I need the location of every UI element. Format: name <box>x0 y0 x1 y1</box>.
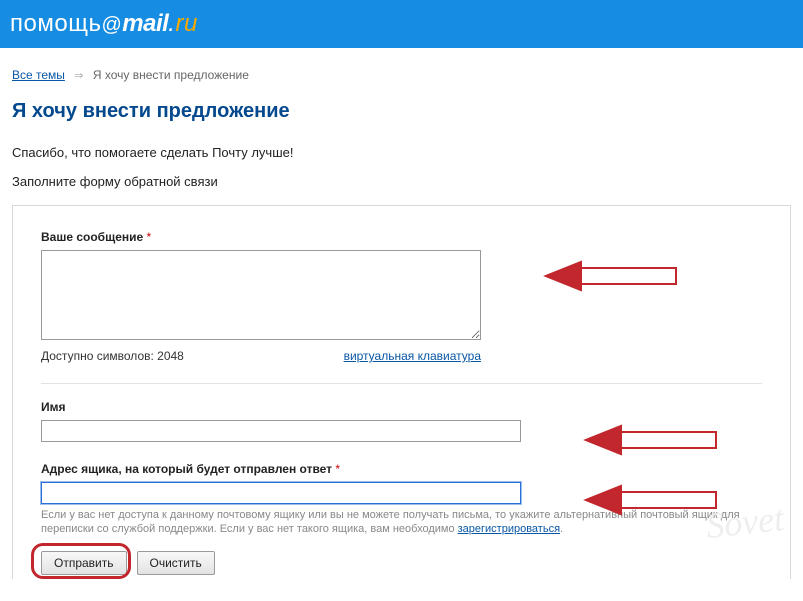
email-hint: Если у вас нет доступа к данному почтово… <box>41 508 771 537</box>
divider <box>41 383 762 384</box>
breadcrumb: Все темы ⇒ Я хочу внести предложение <box>12 68 791 82</box>
at-icon: @ <box>101 14 122 36</box>
message-label: Ваше сообщение * <box>41 230 762 244</box>
message-textarea[interactable] <box>41 250 481 340</box>
email-hint-pre: Если у вас нет доступа к данному почтово… <box>41 509 740 535</box>
breadcrumb-root-link[interactable]: Все темы <box>12 68 65 82</box>
breadcrumb-current: Я хочу внести предложение <box>93 68 249 82</box>
email-label: Адрес ящика, на который будет отправлен … <box>41 462 762 476</box>
page-title: Я хочу внести предложение <box>12 100 791 123</box>
arrow-annotation-icon <box>581 420 721 460</box>
virtual-keyboard-link[interactable]: виртуальная клавиатура <box>344 349 481 363</box>
char-counter: Доступно символов: 2048 <box>41 349 184 363</box>
name-block: Имя <box>41 400 762 442</box>
site-header: помощь@mail.ru <box>0 0 803 48</box>
logo-mail: mail <box>122 10 168 37</box>
name-input[interactable] <box>41 420 521 442</box>
required-marker: * <box>335 462 340 476</box>
logo[interactable]: помощь@mail.ru <box>10 10 198 38</box>
page-content: Все темы ⇒ Я хочу внести предложение Я х… <box>0 48 803 599</box>
name-label: Имя <box>41 400 762 414</box>
message-block: Ваше сообщение * Доступно символов: 2048… <box>41 230 762 363</box>
email-input[interactable] <box>41 482 521 504</box>
breadcrumb-sep-icon: ⇒ <box>74 70 83 82</box>
arrow-annotation-icon <box>541 256 681 296</box>
message-label-text: Ваше сообщение <box>41 230 143 244</box>
submit-button[interactable]: Отправить <box>41 551 127 575</box>
logo-help: помощь <box>10 10 101 37</box>
register-link[interactable]: зарегистрироваться <box>458 523 560 535</box>
logo-ru: ru <box>175 10 197 37</box>
form-panel: Ваше сообщение * Доступно символов: 2048… <box>12 205 791 579</box>
clear-button[interactable]: Очистить <box>137 551 215 575</box>
message-under-row: Доступно символов: 2048 виртуальная клав… <box>41 349 481 363</box>
sub-text: Заполните форму обратной связи <box>12 174 791 189</box>
button-row: Отправить Очистить <box>41 551 762 575</box>
email-block: Адрес ящика, на который будет отправлен … <box>41 462 762 537</box>
intro-text: Спасибо, что помогаете сделать Почту луч… <box>12 145 791 160</box>
email-label-text: Адрес ящика, на который будет отправлен … <box>41 462 332 476</box>
email-hint-post: . <box>560 523 563 535</box>
required-marker: * <box>147 230 152 244</box>
